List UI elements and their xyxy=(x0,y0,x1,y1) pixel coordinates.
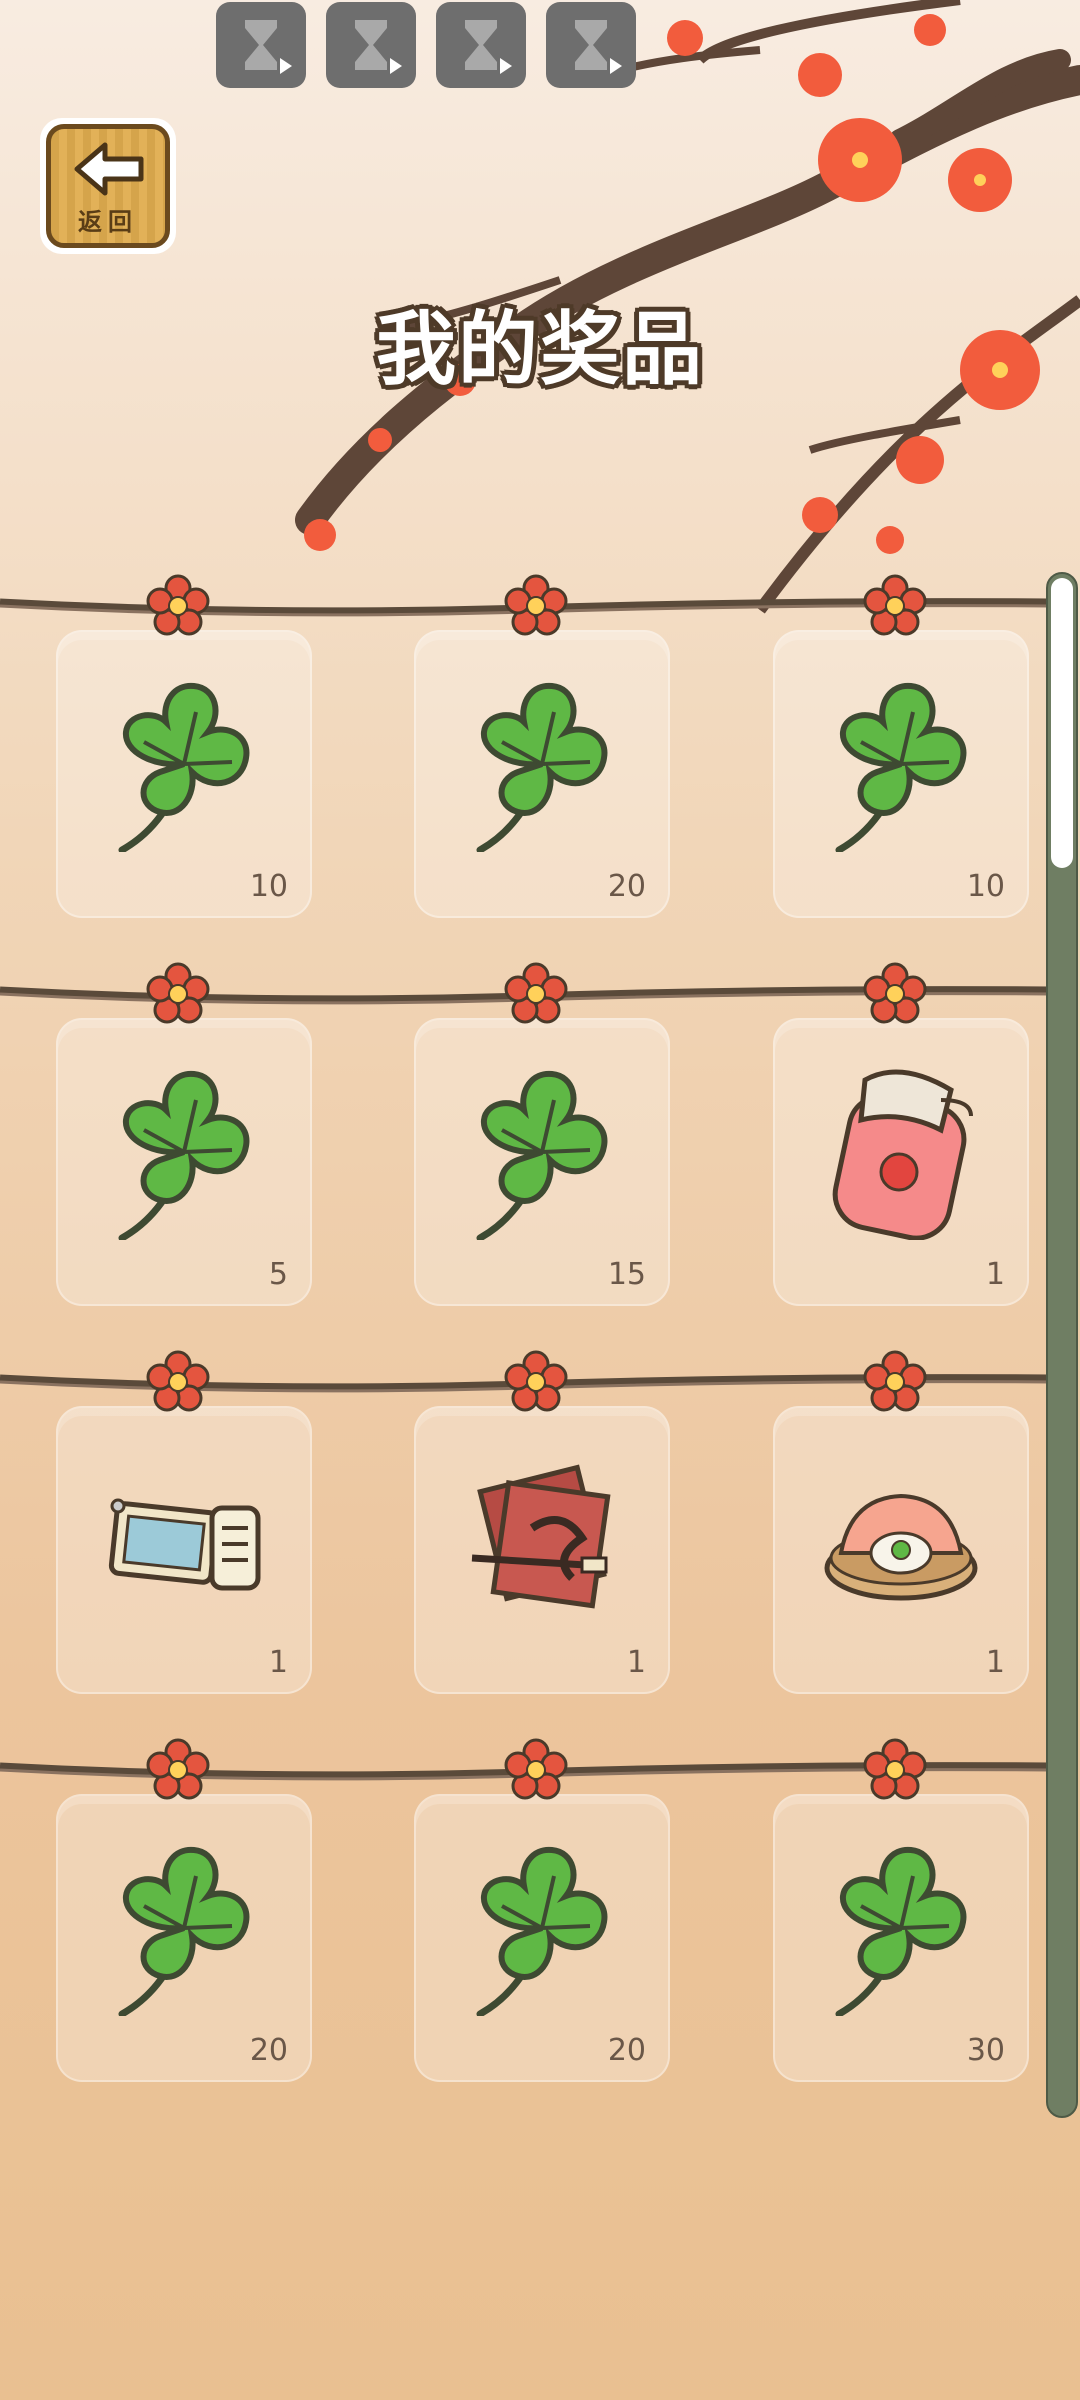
flower-clip-icon xyxy=(146,1738,210,1802)
flower-clip-icon xyxy=(504,1350,568,1414)
prize-card[interactable]: 1 xyxy=(56,1406,312,1694)
clover-icon xyxy=(821,672,981,854)
back-button-face: 返回 xyxy=(46,124,170,248)
prize-row: 10 20 10 xyxy=(0,574,1050,970)
prize-card[interactable]: 20 xyxy=(414,630,670,918)
prize-count: 10 xyxy=(249,869,288,904)
top-icon-bar xyxy=(216,2,636,88)
prize-count: 1 xyxy=(985,1645,1005,1680)
flower-clip-icon xyxy=(863,574,927,638)
scrollbar-thumb[interactable] xyxy=(1051,578,1073,868)
prize-card[interactable]: 30 xyxy=(773,1794,1029,2082)
play-icon xyxy=(390,58,402,74)
flower-clip-icon xyxy=(863,962,927,1026)
calligraphy-paper-icon xyxy=(462,1448,622,1628)
clover-icon xyxy=(104,1836,264,2018)
clover-icon xyxy=(821,1836,981,2018)
clover-icon xyxy=(462,1060,622,1242)
strawberry-jam-icon xyxy=(821,1060,981,1241)
flower-clip-icon xyxy=(504,1738,568,1802)
prize-card[interactable]: 1 xyxy=(773,1018,1029,1306)
prize-count: 5 xyxy=(268,1257,288,1292)
clover-icon xyxy=(104,1060,264,1242)
prize-card[interactable]: 20 xyxy=(414,1794,670,2082)
hourglass-play-button-2[interactable] xyxy=(326,2,416,88)
prize-count: 20 xyxy=(249,2033,288,2068)
prize-card[interactable]: 20 xyxy=(56,1794,312,2082)
shrimp-dish-icon xyxy=(821,1448,981,1628)
arrow-left-icon xyxy=(74,142,144,196)
prize-row: 1 1 1 xyxy=(0,1350,1050,1746)
hourglass-play-button-3[interactable] xyxy=(436,2,526,88)
prize-card[interactable]: 10 xyxy=(56,630,312,918)
hourglass-icon xyxy=(465,20,497,70)
back-button-label: 返回 xyxy=(78,208,138,236)
prize-row: 20 20 30 xyxy=(0,1738,1050,2134)
hourglass-icon xyxy=(355,20,387,70)
hourglass-icon xyxy=(245,20,277,70)
flower-clip-icon xyxy=(504,574,568,638)
prize-count: 20 xyxy=(607,2033,646,2068)
prize-card[interactable]: 10 xyxy=(773,630,1029,918)
flower-clip-icon xyxy=(146,962,210,1026)
scrollbar[interactable] xyxy=(1046,572,1078,2118)
prize-row: 5 15 1 xyxy=(0,962,1050,1358)
flower-clip-icon xyxy=(146,574,210,638)
prize-count: 30 xyxy=(966,2033,1005,2068)
prize-count: 10 xyxy=(966,869,1005,904)
prize-card[interactable]: 1 xyxy=(414,1406,670,1694)
hourglass-play-button-4[interactable] xyxy=(546,2,636,88)
play-icon xyxy=(280,58,292,74)
tag-ticket-icon xyxy=(104,1448,264,1628)
prize-card[interactable]: 5 xyxy=(56,1018,312,1306)
clover-icon xyxy=(104,672,264,854)
prize-count: 1 xyxy=(268,1645,288,1680)
prize-count: 15 xyxy=(607,1257,646,1292)
page-title: 我的奖品 xyxy=(376,303,704,396)
prize-count: 1 xyxy=(626,1645,646,1680)
prize-card[interactable]: 15 xyxy=(414,1018,670,1306)
hourglass-icon xyxy=(575,20,607,70)
back-button[interactable]: 返回 xyxy=(40,118,176,254)
play-icon xyxy=(500,58,512,74)
clover-icon xyxy=(462,1836,622,2018)
prize-count: 20 xyxy=(607,869,646,904)
flower-clip-icon xyxy=(146,1350,210,1414)
flower-clip-icon xyxy=(863,1350,927,1414)
prize-card[interactable]: 1 xyxy=(773,1406,1029,1694)
flower-clip-icon xyxy=(863,1738,927,1802)
hourglass-play-button-1[interactable] xyxy=(216,2,306,88)
prize-count: 1 xyxy=(985,1257,1005,1292)
play-icon xyxy=(610,58,622,74)
clover-icon xyxy=(462,672,622,854)
flower-clip-icon xyxy=(504,962,568,1026)
